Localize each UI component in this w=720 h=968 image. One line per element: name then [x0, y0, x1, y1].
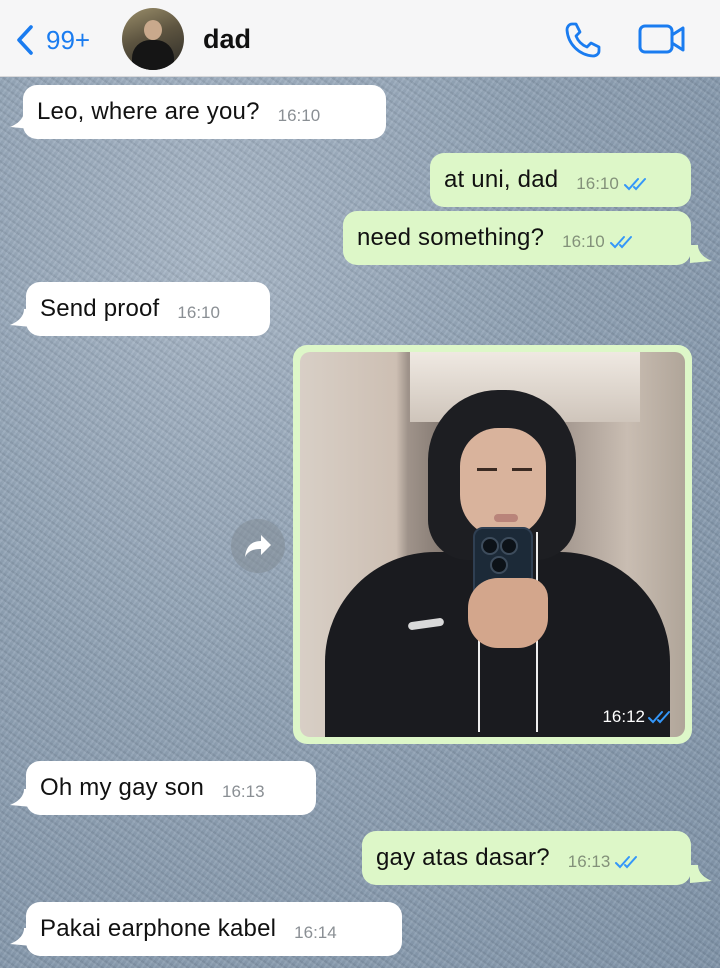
message-bubble-outgoing[interactable]: need something? 16:10: [343, 211, 691, 265]
message-time: 16:10: [576, 174, 619, 193]
bubble-tail: [690, 865, 712, 883]
message-bubble-incoming[interactable]: Send proof 16:10: [26, 282, 270, 336]
message-time: 16:12: [602, 707, 645, 726]
message-bubble-incoming[interactable]: Oh my gay son 16:13: [26, 761, 316, 815]
message-text: Pakai earphone kabel: [40, 915, 277, 942]
bubble-tail: [690, 245, 712, 263]
message-bubble-incoming[interactable]: Leo, where are you? 16:10: [23, 85, 386, 139]
message-text: gay atas dasar?: [376, 844, 550, 871]
forward-button[interactable]: [231, 519, 285, 573]
message-time: 16:13: [222, 782, 265, 801]
message-time: 16:10: [277, 106, 321, 125]
message-bubble-incoming[interactable]: Pakai earphone kabel 16:14: [26, 902, 402, 956]
message-time: 16:13: [567, 852, 611, 871]
message-time: 16:10: [177, 303, 220, 322]
message-text: Oh my gay son: [40, 774, 205, 801]
read-receipt-icon: [648, 711, 670, 724]
read-receipt-icon: [623, 178, 646, 191]
chat-header: 99+ dad: [0, 0, 720, 77]
chevron-left-icon: [17, 25, 33, 55]
video-call-icon[interactable]: [637, 21, 687, 57]
message-bubble-outgoing[interactable]: gay atas dasar? 16:13: [362, 831, 691, 885]
unread-count: 99+: [46, 24, 91, 55]
read-receipt-icon: [609, 236, 632, 249]
contact-name[interactable]: dad: [203, 24, 251, 55]
message-text: at uni, dad: [444, 166, 559, 193]
phone-icon[interactable]: [563, 20, 603, 60]
message-time: 16:10: [562, 232, 605, 251]
share-arrow-icon: [245, 535, 271, 557]
photo-message[interactable]: 16:12: [293, 345, 692, 744]
selfie-photo[interactable]: 16:12: [300, 352, 685, 737]
message-text: need something?: [357, 224, 545, 251]
read-receipt-icon: [615, 856, 638, 869]
message-bubble-outgoing[interactable]: at uni, dad 16:10: [430, 153, 691, 207]
message-time: 16:14: [294, 923, 337, 942]
message-list[interactable]: Leo, where are you? 16:10 at uni, dad 16…: [0, 77, 720, 968]
avatar[interactable]: [122, 8, 184, 70]
back-button[interactable]: 99+: [14, 22, 104, 58]
message-text: Send proof: [40, 295, 160, 322]
message-text: Leo, where are you?: [37, 98, 260, 125]
